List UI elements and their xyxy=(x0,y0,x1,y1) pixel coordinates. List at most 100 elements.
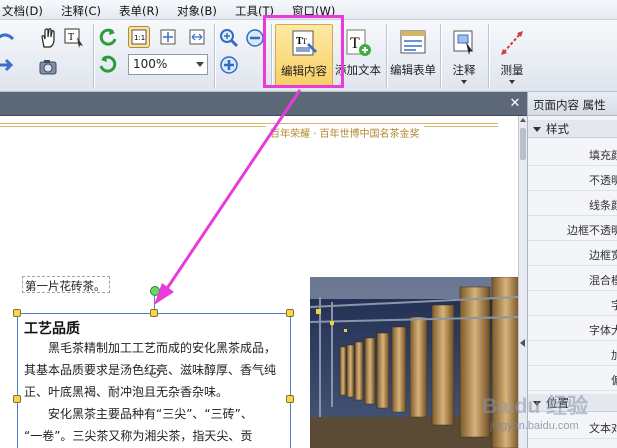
measure-icon xyxy=(501,31,523,55)
snapshot-button[interactable] xyxy=(36,56,60,78)
group-style-header[interactable]: 样式 xyxy=(528,120,617,138)
paragraph-line: 其基本品质要求是汤色红亮、滋味醇厚、香气纯 xyxy=(24,363,277,377)
toolbar-separator xyxy=(440,24,441,88)
zoom-value: 100% xyxy=(133,57,168,71)
zoom-in-button[interactable] xyxy=(218,54,240,76)
rotate-right-icon xyxy=(99,55,117,73)
toolbar: T 1:1 100% TT 编辑内容 T 添加文本 编辑表单 注释 测量 xyxy=(0,20,617,92)
header-slogan: 百年荣耀 · 百年世博中国名茶金奖 xyxy=(266,125,424,140)
measure-dropdown-button[interactable]: 测量 xyxy=(492,24,532,88)
resize-handle-top[interactable] xyxy=(150,309,158,317)
property-offset[interactable]: 偏 xyxy=(528,366,617,391)
edit-content-label: 编辑内容 xyxy=(281,64,327,78)
scrollbar-thumb[interactable] xyxy=(520,128,526,160)
paragraph-line: 正、叶底黑褐、耐冲泡且无杂香杂味。 xyxy=(24,385,229,399)
property-border-width[interactable]: 边框宽 xyxy=(528,241,617,266)
zoom-in-tool-button[interactable] xyxy=(218,27,240,49)
property-blend-mode[interactable]: 混合模 xyxy=(528,266,617,291)
property-fill-color[interactable]: 填充颜 xyxy=(528,141,617,166)
rotate-ccw-button[interactable] xyxy=(97,26,119,48)
fit-width-button[interactable] xyxy=(186,26,208,48)
annotate-dropdown-button[interactable]: 注释 xyxy=(444,24,484,88)
panel-toggle-handle[interactable] xyxy=(519,330,527,356)
actual-size-icon: 1:1 xyxy=(131,29,147,45)
redo-button[interactable] xyxy=(0,54,16,76)
undo-button[interactable] xyxy=(0,28,16,50)
rotate-left-icon xyxy=(99,28,117,46)
toolbar-separator xyxy=(488,24,489,88)
group-position-header[interactable]: 位置 xyxy=(528,394,617,412)
panel-title: 页面内容 属性 xyxy=(528,92,617,116)
collapse-icon xyxy=(533,127,541,132)
tea-bundles-photo[interactable] xyxy=(310,277,518,448)
property-border-opacity[interactable]: 边框不透明 xyxy=(528,216,617,241)
group-position-label: 位置 xyxy=(546,396,569,410)
annotation-icon xyxy=(453,30,473,55)
add-text-label: 添加文本 xyxy=(335,63,381,77)
camera-icon xyxy=(39,60,57,75)
group-style-label: 样式 xyxy=(546,122,569,136)
document-scrollbar[interactable] xyxy=(518,116,527,448)
menu-bar: 文档(D) 注释(C) 表单(R) 对象(B) 工具(T) 窗口(W) xyxy=(0,0,617,20)
property-bold[interactable]: 加 xyxy=(528,341,617,366)
menu-tools[interactable]: 工具(T) xyxy=(235,3,274,19)
hand-tool-button[interactable] xyxy=(36,25,60,51)
chevron-down-icon xyxy=(509,80,515,84)
add-text-icon: T xyxy=(346,29,371,56)
rotation-line xyxy=(154,296,155,309)
property-font[interactable]: 字 xyxy=(528,291,617,316)
hand-icon xyxy=(41,28,55,48)
edit-content-icon: TT xyxy=(292,30,317,56)
annotate-label: 注释 xyxy=(452,63,476,77)
zoom-out-button[interactable] xyxy=(244,27,266,49)
caption-text-box[interactable]: 第一片花砖茶。 xyxy=(22,276,110,293)
measure-label: 测量 xyxy=(500,63,524,77)
toolbar-separator xyxy=(93,24,94,88)
svg-text:T: T xyxy=(302,37,307,46)
property-line-color[interactable]: 线条颜 xyxy=(528,191,617,216)
toolbar-separator xyxy=(386,24,387,88)
close-icon[interactable]: ✕ xyxy=(508,97,522,111)
fit-page-button[interactable] xyxy=(157,26,179,48)
property-font-size[interactable]: 字体大 xyxy=(528,316,617,341)
property-text-align[interactable]: 文本对 xyxy=(528,414,617,439)
chevron-down-icon xyxy=(461,80,467,84)
rotation-handle[interactable] xyxy=(150,286,160,296)
resize-handle-top-left[interactable] xyxy=(13,309,21,317)
menu-object[interactable]: 对象(B) xyxy=(177,3,217,19)
menu-form[interactable]: 表单(R) xyxy=(119,3,159,19)
fit-page-icon xyxy=(160,29,176,45)
tea-bundles-image xyxy=(310,277,518,448)
menu-document[interactable]: 文档(D) xyxy=(2,3,43,19)
svg-text:T: T xyxy=(350,35,360,52)
arrow-right-icon xyxy=(0,58,14,72)
select-tool-button[interactable]: T xyxy=(62,25,88,51)
section-title: 工艺品质 xyxy=(24,321,80,337)
resize-handle-left[interactable] xyxy=(13,395,21,403)
properties-panel: 页面内容 属性 样式 填充颜 不透明 线条颜 边框不透明 边框宽 混合模 字 字… xyxy=(527,92,617,448)
header-rule xyxy=(0,123,498,124)
edit-form-label: 编辑表单 xyxy=(390,63,436,77)
arrow-up-icon[interactable] xyxy=(520,118,526,122)
chevron-down-icon xyxy=(196,62,204,67)
edit-content-button[interactable]: TT 编辑内容 xyxy=(275,24,333,88)
zoom-select[interactable]: 100% xyxy=(128,54,208,75)
rotate-cw-button[interactable] xyxy=(97,53,119,75)
menu-comment[interactable]: 注释(C) xyxy=(61,3,101,19)
undo-icon xyxy=(0,33,15,41)
magnifier-plus-icon xyxy=(220,29,239,48)
svg-text:1:1: 1:1 xyxy=(134,34,145,42)
document-tab-strip: ✕ xyxy=(0,92,527,116)
plus-circle-icon xyxy=(220,56,238,74)
resize-handle-top-right[interactable] xyxy=(286,309,294,317)
add-text-button[interactable]: T 添加文本 xyxy=(333,24,383,88)
toolbar-separator xyxy=(214,24,215,88)
fit-width-icon xyxy=(189,29,205,45)
collapse-icon xyxy=(533,401,541,406)
edit-form-button[interactable]: 编辑表单 xyxy=(389,24,437,88)
minus-circle-icon xyxy=(246,29,264,47)
toolbar-separator xyxy=(271,24,272,88)
actual-size-button[interactable]: 1:1 xyxy=(128,26,150,48)
property-opacity[interactable]: 不透明 xyxy=(528,166,617,191)
menu-window[interactable]: 窗口(W) xyxy=(292,3,335,19)
